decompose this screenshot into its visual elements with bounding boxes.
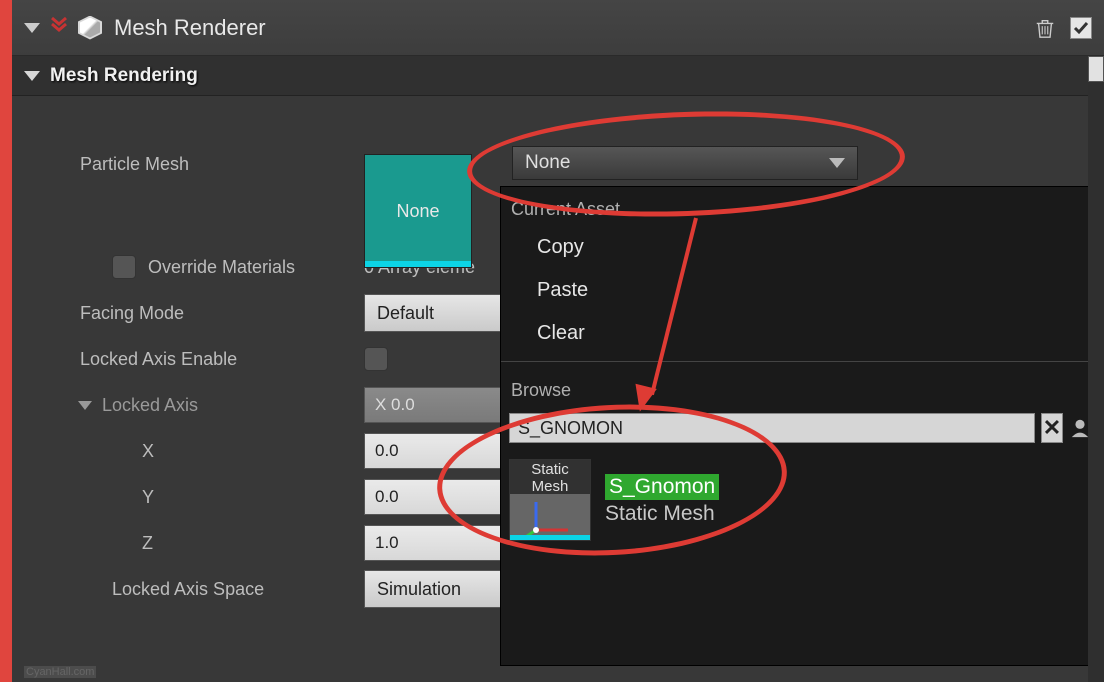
component-accent-bar — [0, 0, 12, 682]
component-enabled-checkbox[interactable] — [1070, 17, 1092, 39]
mesh-thumbnail-text: None — [396, 201, 439, 222]
locked-axis-expand-icon[interactable] — [78, 401, 92, 410]
override-materials-checkbox[interactable] — [112, 255, 136, 279]
result-type: Static Mesh — [605, 502, 719, 526]
locked-axis-enable-label: Locked Axis Enable — [12, 349, 237, 370]
scrollbar[interactable] — [1088, 56, 1104, 682]
component-header: Mesh Renderer — [12, 0, 1104, 56]
locked-axis-space-label: Locked Axis Space — [12, 579, 264, 600]
axis-y-label: Y — [12, 487, 154, 508]
asset-search-input[interactable] — [509, 413, 1035, 443]
expand-toggle-icon[interactable] — [24, 23, 40, 33]
clear-search-icon[interactable]: ✕ — [1041, 413, 1063, 443]
trash-icon[interactable] — [1034, 16, 1056, 40]
popup-divider — [501, 361, 1099, 362]
axis-y-input[interactable] — [364, 479, 502, 515]
particle-mesh-label: Particle Mesh — [12, 154, 189, 175]
asset-selector-dropdown[interactable]: None — [512, 146, 858, 180]
popup-clear[interactable]: Clear — [501, 312, 1099, 355]
result-thumb-underline — [510, 535, 590, 540]
scrollbar-thumb[interactable] — [1088, 56, 1104, 82]
locked-axis-label: Locked Axis — [102, 395, 198, 416]
facing-mode-value: Default — [377, 303, 434, 324]
popup-section-current: Current Asset — [501, 187, 1099, 226]
locked-axis-x-compact[interactable]: X 0.0 — [364, 387, 502, 423]
inspector-panel: Mesh Renderer Mesh Rendering Particle Me… — [12, 0, 1104, 682]
facing-mode-dropdown[interactable]: Default — [364, 294, 502, 332]
result-name: S_Gnomon — [605, 474, 719, 500]
popup-copy[interactable]: Copy — [501, 226, 1099, 269]
popup-section-browse: Browse — [501, 368, 1099, 407]
pin-icon[interactable] — [50, 16, 68, 40]
search-result-item[interactable]: Static Mesh S_Gnomon Static Mesh — [501, 453, 1099, 547]
locked-axis-space-dropdown[interactable]: Simulation — [364, 570, 502, 608]
axis-gizmo-icon — [524, 496, 574, 538]
axis-z-input[interactable] — [364, 525, 502, 561]
asset-selector-value: None — [525, 152, 570, 174]
mesh-thumbnail-underline — [365, 261, 471, 267]
locked-axis-space-value: Simulation — [377, 579, 461, 600]
axis-z-label: Z — [12, 533, 153, 554]
mesh-renderer-icon — [78, 16, 102, 40]
popup-paste[interactable]: Paste — [501, 269, 1099, 312]
axis-x-label: X — [12, 441, 154, 462]
component-title: Mesh Renderer — [114, 15, 266, 41]
result-thumbnail: Static Mesh — [509, 459, 591, 541]
override-materials-label: Override Materials — [148, 257, 295, 278]
result-thumb-type-label: Static Mesh — [510, 460, 590, 494]
locked-axis-enable-checkbox[interactable] — [364, 347, 388, 371]
asset-picker-popup: Current Asset Copy Paste Clear Browse ✕ … — [500, 186, 1100, 666]
section-title: Mesh Rendering — [50, 65, 198, 87]
watermark: CyanHall.com — [24, 666, 96, 678]
chevron-down-icon — [829, 158, 845, 168]
facing-mode-label: Facing Mode — [12, 303, 184, 324]
axis-x-input[interactable] — [364, 433, 502, 469]
section-expand-icon — [24, 71, 40, 81]
section-header[interactable]: Mesh Rendering — [12, 56, 1104, 96]
mesh-thumbnail[interactable]: None — [364, 154, 472, 268]
